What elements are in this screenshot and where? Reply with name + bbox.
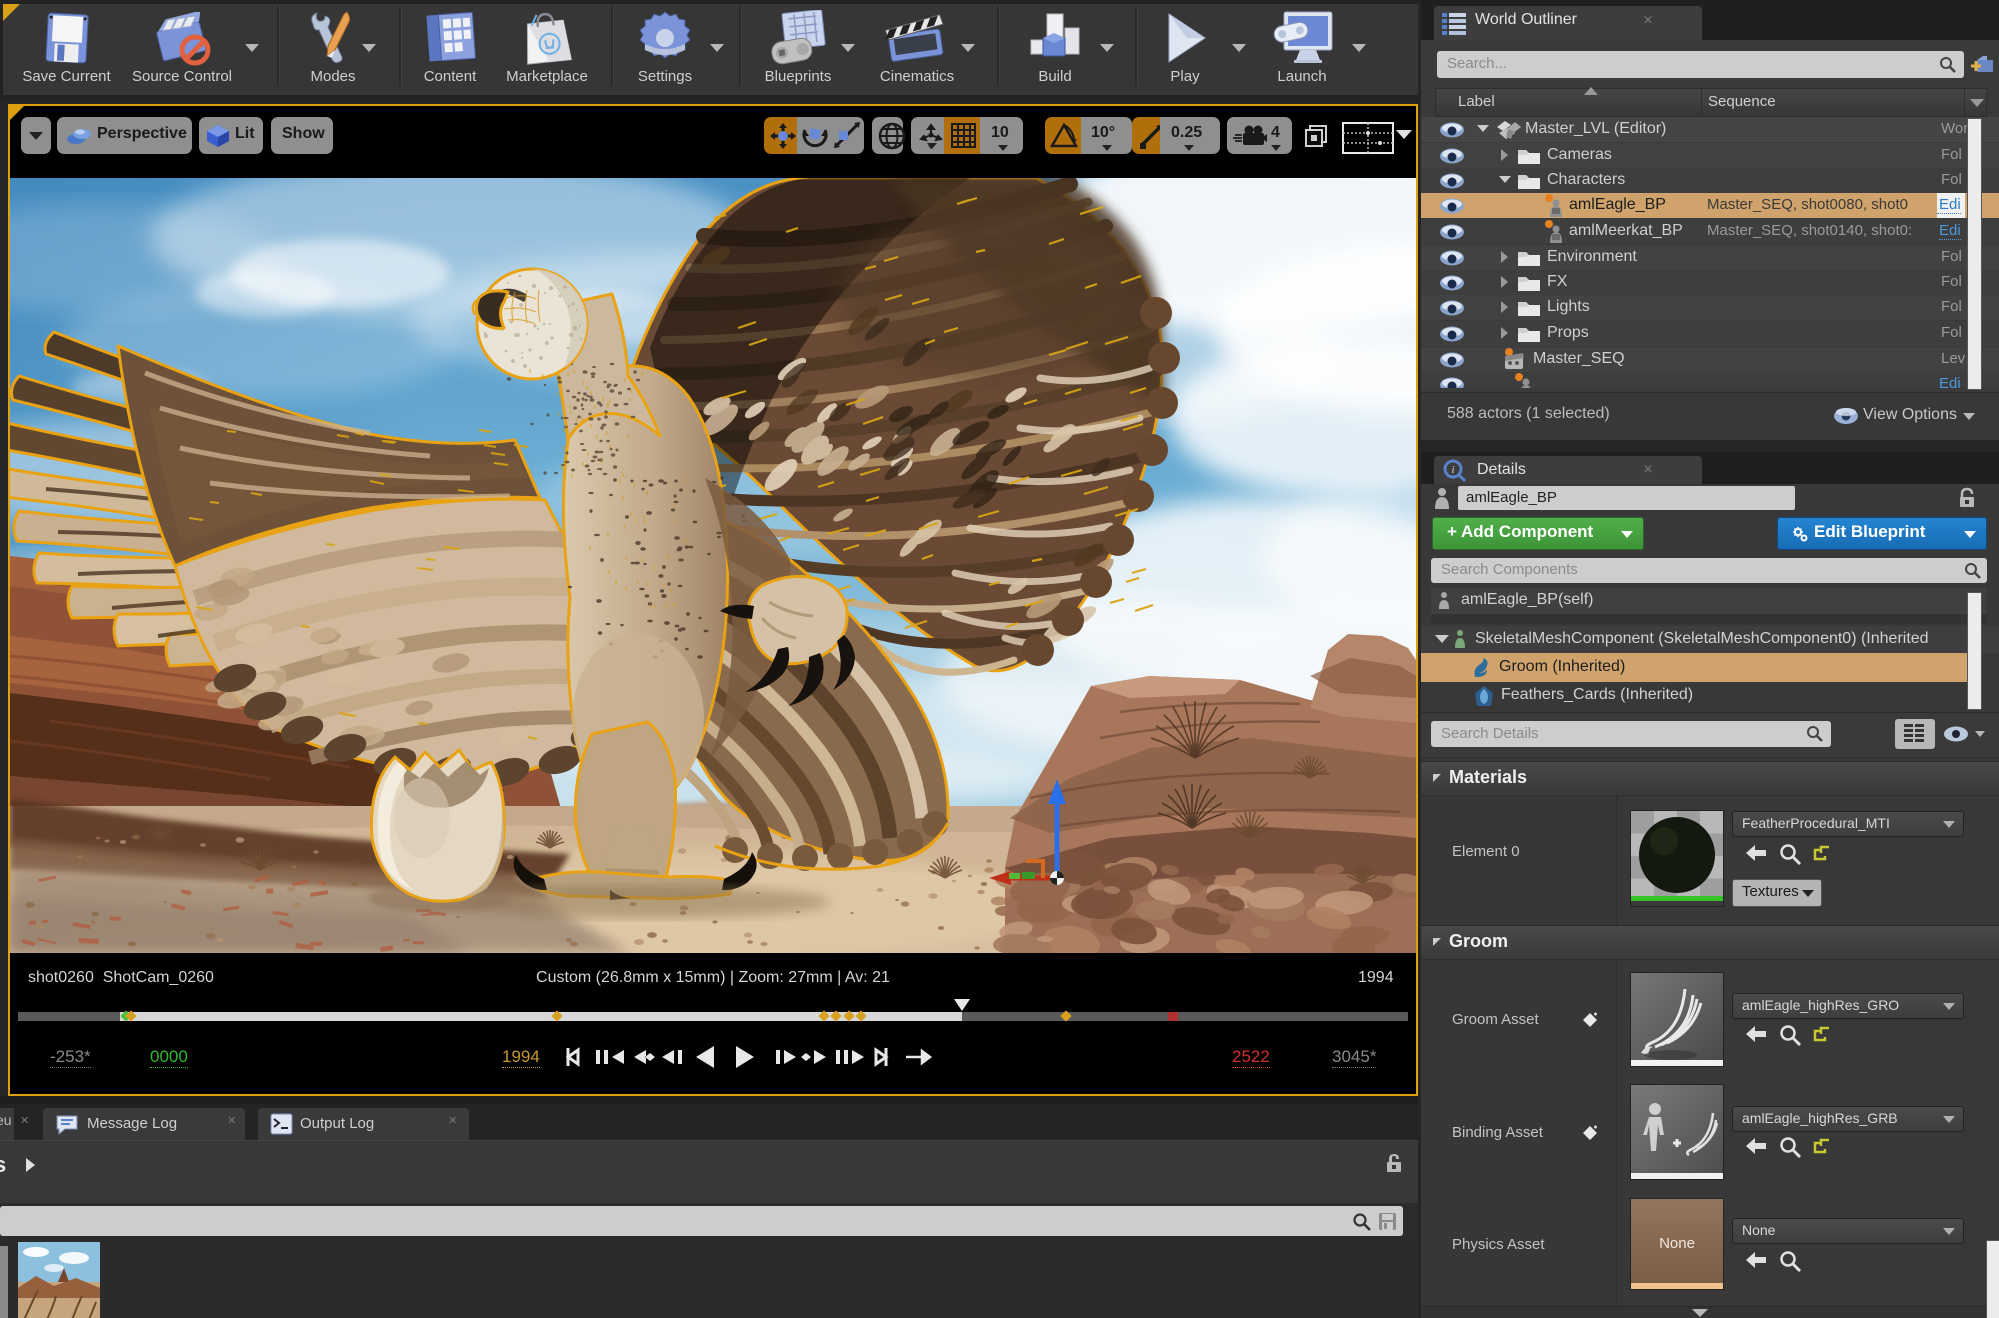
svg-text:i: i [1451, 464, 1454, 476]
